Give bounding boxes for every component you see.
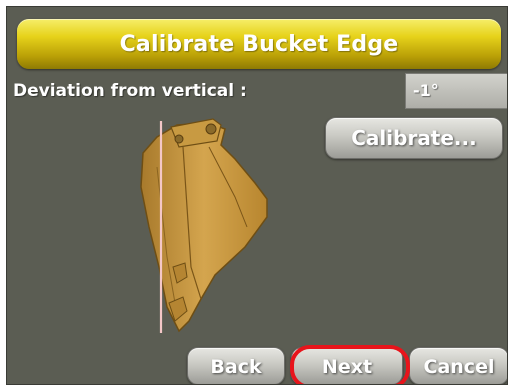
calibration-screen: Calibrate Bucket Edge Deviation from ver…: [6, 6, 508, 385]
bucket-illustration: [140, 118, 268, 333]
cancel-button[interactable]: Cancel: [409, 347, 507, 384]
next-button[interactable]: Next: [291, 347, 403, 384]
page-title: Calibrate Bucket Edge: [119, 31, 399, 57]
deviation-value-field: -1°: [405, 73, 507, 109]
calibrate-button[interactable]: Calibrate...: [325, 117, 503, 159]
deviation-label: Deviation from vertical :: [13, 81, 247, 101]
back-button[interactable]: Back: [187, 347, 285, 384]
title-bar: Calibrate Bucket Edge: [17, 19, 501, 69]
